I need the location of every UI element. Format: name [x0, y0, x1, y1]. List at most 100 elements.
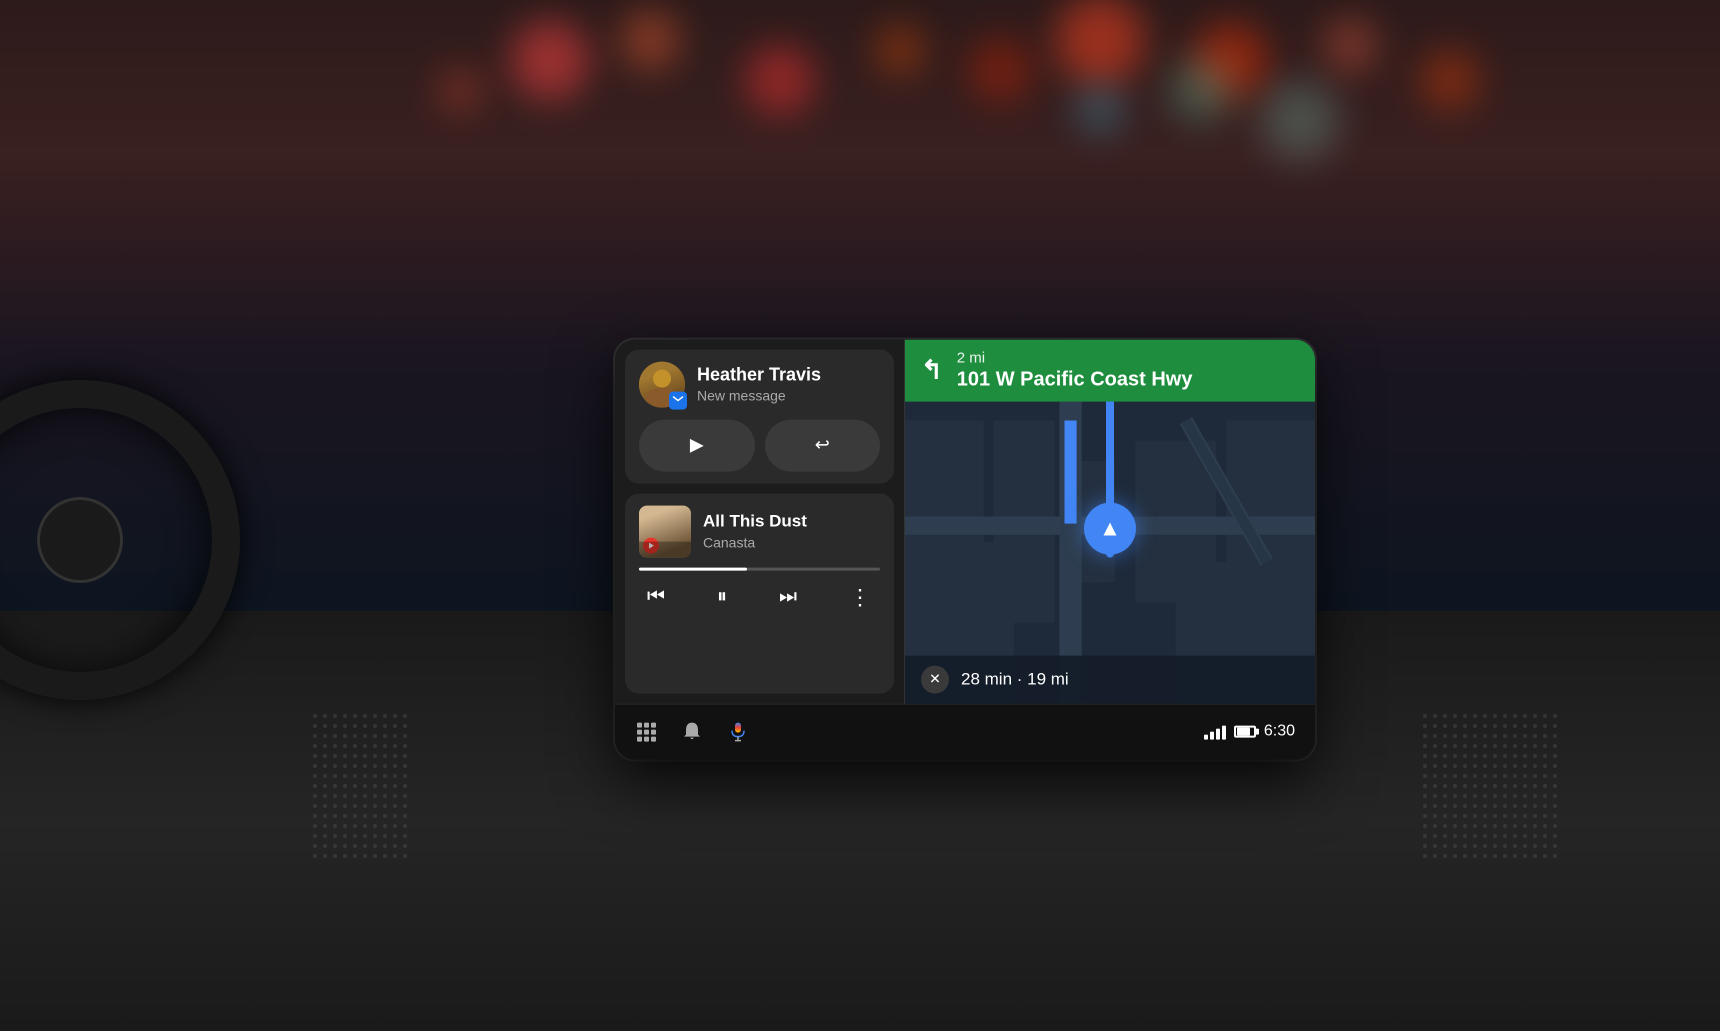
reply-button[interactable]: ↩: [765, 419, 881, 471]
grille-dot: [1503, 784, 1507, 788]
grille-dot: [1553, 784, 1557, 788]
grille-dot: [383, 834, 387, 838]
grille-dot: [1543, 854, 1547, 858]
grille-dot: [1533, 784, 1537, 788]
grille-dot: [1473, 834, 1477, 838]
bokeh-light: [968, 38, 1033, 103]
more-options-button[interactable]: ⋮: [841, 580, 880, 614]
grille-dot: [1473, 724, 1477, 728]
grille-dot: [1443, 744, 1447, 748]
bokeh-light: [875, 25, 925, 75]
grille-dot: [1473, 824, 1477, 828]
grille-dot: [1513, 734, 1517, 738]
grille-dot: [1443, 714, 1447, 718]
grille-dot: [1533, 804, 1537, 808]
grille-dot: [1463, 814, 1467, 818]
grille-dot: [1433, 834, 1437, 838]
grille-dot: [1513, 854, 1517, 858]
grille-dot: [1473, 844, 1477, 848]
grille-dot: [1463, 744, 1467, 748]
grille-dot: [1533, 734, 1537, 738]
grille-dot: [1523, 714, 1527, 718]
map-panel[interactable]: ▲ ↰ 2 mi 101 W Pacific Coast Hwy ✕ 28 mi…: [905, 339, 1315, 703]
song-title: All This Dust: [703, 512, 880, 532]
grille-dot: [1433, 814, 1437, 818]
grille-dot: [1473, 804, 1477, 808]
grille-dot: [393, 824, 397, 828]
bokeh-light: [745, 45, 815, 115]
progress-bar[interactable]: [639, 567, 880, 570]
grille-dot: [1443, 794, 1447, 798]
grille-dot: [383, 794, 387, 798]
microphone-button[interactable]: [727, 721, 749, 743]
grille-dot: [1543, 844, 1547, 848]
grille-dot: [393, 774, 397, 778]
grille-dot: [393, 714, 397, 718]
next-track-button[interactable]: ⏭: [771, 582, 805, 613]
grille-dot: [1513, 784, 1517, 788]
grille-dot: [383, 724, 387, 728]
close-navigation-button[interactable]: ✕: [921, 665, 949, 693]
grille-dot: [383, 784, 387, 788]
grille-dot: [383, 744, 387, 748]
bokeh-light: [510, 20, 590, 100]
grille-dot: [1533, 844, 1537, 848]
apps-button[interactable]: [635, 721, 657, 743]
grille-dot: [1503, 764, 1507, 768]
grille-dot: [1513, 744, 1517, 748]
grille-dot: [1533, 774, 1537, 778]
grille-dot: [393, 814, 397, 818]
message-badge-icon: [672, 396, 684, 405]
play-message-button[interactable]: ▶: [639, 419, 755, 471]
grille-dot: [1453, 724, 1457, 728]
grille-dot: [393, 804, 397, 808]
grille-dot: [1453, 794, 1457, 798]
grille-dot: [1543, 794, 1547, 798]
grille-dot: [1523, 834, 1527, 838]
grille-dot: [1493, 854, 1497, 858]
grille-dot: [1483, 734, 1487, 738]
grille-dot: [1473, 744, 1477, 748]
grille-dot: [1523, 844, 1527, 848]
grille-dot: [1553, 714, 1557, 718]
bokeh-light: [1075, 85, 1125, 135]
contact-info: Heather Travis New message: [697, 364, 880, 404]
grille-dot: [1423, 774, 1427, 778]
grille-dot: [1483, 854, 1487, 858]
grille-dot: [1423, 764, 1427, 768]
avatar-container: [639, 361, 685, 407]
grille-dot: [1503, 854, 1507, 858]
grille-dot: [403, 824, 407, 828]
grille-dot: [1463, 764, 1467, 768]
grille-dot: [1423, 834, 1427, 838]
grille-dot: [1433, 774, 1437, 778]
grille-dot: [1443, 844, 1447, 848]
grille-dot: [403, 844, 407, 848]
message-card[interactable]: Heather Travis New message ▶ ↩: [625, 349, 894, 483]
prev-track-button[interactable]: ⏮: [639, 582, 673, 613]
grille-dot: [1543, 744, 1547, 748]
pause-button[interactable]: ⏸: [709, 582, 735, 613]
grille-dot: [1483, 834, 1487, 838]
grille-dot: [1513, 844, 1517, 848]
grille-dot: [1503, 814, 1507, 818]
grille-dot: [1553, 794, 1557, 798]
grille-dot: [1543, 834, 1547, 838]
grille-dot: [1513, 774, 1517, 778]
nav-distance: 2 mi: [957, 349, 1193, 367]
notifications-button[interactable]: [681, 721, 703, 743]
grille-dot: [1553, 744, 1557, 748]
grille-dot: [1553, 824, 1557, 828]
grille-dot: [1453, 854, 1457, 858]
grille-dot: [1493, 744, 1497, 748]
grille-dot: [393, 844, 397, 848]
eta-text: 28 min · 19 mi: [961, 669, 1069, 689]
music-card[interactable]: All This Dust Canasta ⏮ ⏸ ⏭: [625, 493, 894, 693]
grille-dot: [1503, 714, 1507, 718]
grille-dot: [1493, 814, 1497, 818]
message-badge: [669, 391, 687, 409]
grille-dot: [1503, 734, 1507, 738]
grille-dot: [1443, 834, 1447, 838]
grille-dot: [1523, 784, 1527, 788]
grille-dot: [403, 794, 407, 798]
